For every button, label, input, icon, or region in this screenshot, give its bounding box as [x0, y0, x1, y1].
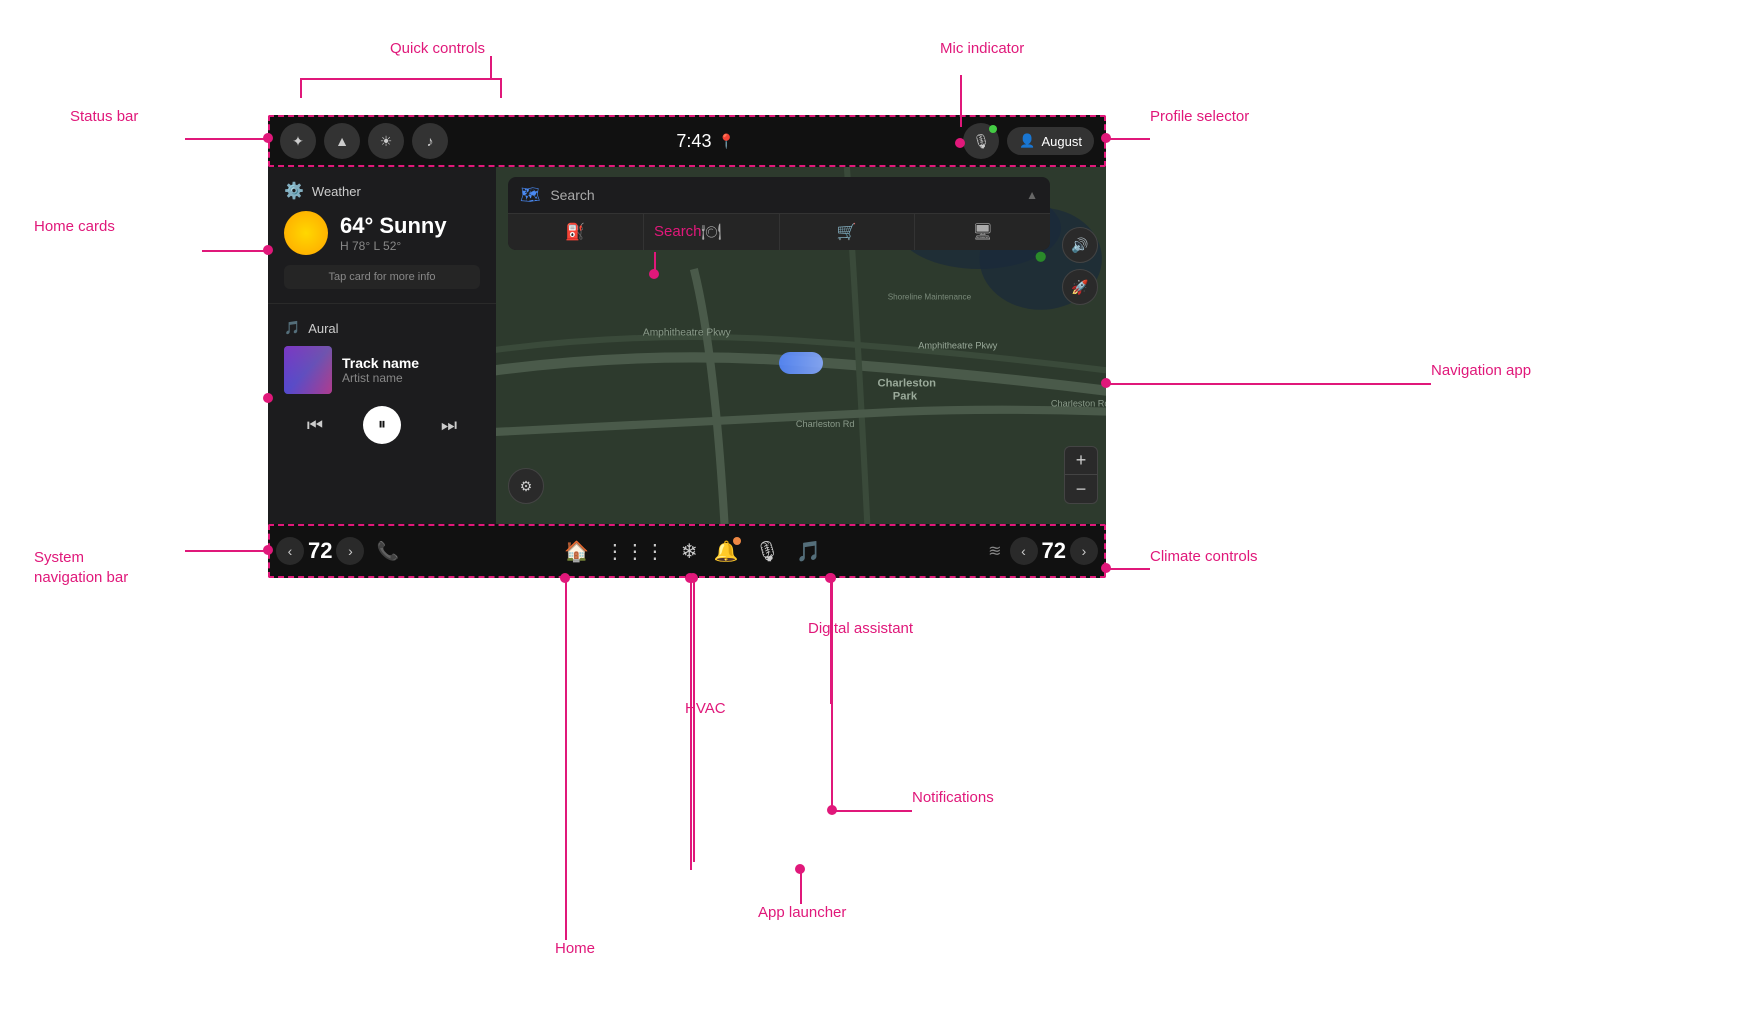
- display-category-button[interactable]: 🖥: [915, 214, 1050, 250]
- label-system-nav: Systemnavigation bar: [34, 548, 128, 587]
- search-bar[interactable]: 🗺 Search ▲: [508, 177, 1050, 213]
- track-row: Track name Artist name: [284, 346, 480, 394]
- ann-home-line2: [565, 578, 567, 870]
- audio-map-button[interactable]: 🔊: [1062, 227, 1098, 263]
- ann-cc-dot: [1101, 563, 1111, 573]
- weather-app-name: Weather: [312, 184, 361, 199]
- music-app-icon: 🎵: [284, 320, 300, 336]
- ann-nav-app-line: [1106, 383, 1431, 385]
- ann-da-line: [830, 641, 832, 704]
- music-controls: ⏮ ⏸ ⏭: [284, 406, 480, 444]
- chevron-up-icon: ▲: [1026, 188, 1038, 202]
- ann-home-cards-dot: [263, 245, 273, 255]
- label-quick-controls: Quick controls: [390, 40, 485, 57]
- ann-cc-line: [1106, 568, 1150, 570]
- label-search: Search: [654, 223, 702, 240]
- ann-app-launcher-line: [800, 870, 802, 904]
- label-home-cards: Home cards: [34, 218, 115, 235]
- search-categories: ⛽ 🍽 🛒 🖥: [508, 213, 1050, 250]
- label-climate-controls: Climate controls: [1150, 548, 1258, 565]
- music-header: 🎵 Aural: [284, 320, 480, 336]
- zoom-out-button[interactable]: −: [1065, 475, 1097, 503]
- ann-mic-dot: [955, 138, 965, 148]
- ann-app-launcher-dot2: [795, 864, 805, 874]
- artist-name: Artist name: [342, 371, 480, 385]
- label-hvac: HVAC: [685, 700, 726, 717]
- ann-profile-line: [1106, 138, 1150, 140]
- ann-nav-bar-line: [185, 550, 268, 552]
- ann-status-bar-line: [185, 138, 268, 140]
- navigation-button[interactable]: 🚀: [1062, 269, 1098, 305]
- search-overlay[interactable]: 🗺 Search ▲ ⛽ 🍽 🛒 🖥: [508, 177, 1050, 250]
- svg-text:Amphitheatre Pkwy: Amphitheatre Pkwy: [918, 341, 997, 351]
- ann-status-bar-box: [268, 115, 1106, 167]
- shopping-category-button[interactable]: 🛒: [780, 214, 916, 250]
- ann-home-line: [565, 870, 567, 940]
- weather-card[interactable]: ⚙️ Weather 64° Sunny H 78° L 52° Tap car…: [268, 167, 496, 304]
- weather-info: 64° Sunny H 78° L 52°: [340, 213, 447, 253]
- ann-quick-controls-line: [300, 78, 500, 80]
- svg-text:Park: Park: [893, 391, 918, 403]
- location-indicator: [779, 352, 823, 374]
- ann-home-cards-dot2: [263, 393, 273, 403]
- navigation-app-area[interactable]: Amphitheatre Pkwy Charleston Rd Charlest…: [496, 167, 1106, 524]
- home-cards-panel: ⚙️ Weather 64° Sunny H 78° L 52° Tap car…: [268, 167, 496, 524]
- weather-hi-lo: H 78° L 52°: [340, 239, 447, 253]
- ann-hvac-line: [693, 720, 695, 862]
- weather-temp: 64° Sunny: [340, 213, 447, 239]
- music-app-name: Aural: [308, 321, 338, 336]
- ann-app-launcher-line2: [690, 578, 692, 870]
- label-digital-assistant: Digital assistant: [808, 620, 913, 637]
- ann-quick-controls-line4: [490, 56, 492, 78]
- album-art: [284, 346, 332, 394]
- label-app-launcher: App launcher: [758, 904, 846, 921]
- zoom-controls: + −: [1064, 446, 1098, 504]
- map-controls: 🔊 🚀: [1062, 227, 1098, 305]
- ann-mic-line: [960, 75, 962, 127]
- label-mic-indicator: Mic indicator: [940, 40, 1024, 57]
- weather-app-icon: ⚙️: [284, 181, 304, 201]
- track-info: Track name Artist name: [342, 355, 480, 385]
- search-input[interactable]: Search: [550, 187, 1016, 203]
- zoom-in-button[interactable]: +: [1065, 447, 1097, 475]
- svg-text:Charleston Rd: Charleston Rd: [1051, 399, 1106, 409]
- label-status-bar: Status bar: [70, 108, 138, 125]
- svg-text:Charleston: Charleston: [878, 377, 937, 389]
- ann-profile-dot: [1101, 133, 1111, 143]
- maps-icon: 🗺: [520, 185, 540, 205]
- ann-nav-bar-box: [268, 524, 1106, 578]
- ann-search-dot: [649, 269, 659, 279]
- label-home: Home: [555, 940, 595, 957]
- weather-tap-info[interactable]: Tap card for more info: [284, 265, 480, 289]
- ann-da-line2: [830, 578, 832, 641]
- weather-header: ⚙️ Weather: [284, 181, 480, 201]
- fuel-category-button[interactable]: ⛽: [508, 214, 644, 250]
- ann-nav-app-dot: [1101, 378, 1111, 388]
- pause-button[interactable]: ⏸: [363, 406, 401, 444]
- prev-track-button[interactable]: ⏮: [301, 409, 329, 442]
- ann-home-cards-line: [202, 250, 268, 252]
- ann-notif-line: [831, 810, 912, 812]
- label-navigation-app: Navigation app: [1431, 362, 1531, 379]
- label-notifications: Notifications: [912, 789, 994, 806]
- label-profile-selector: Profile selector: [1150, 108, 1249, 125]
- android-auto-screen: ✦ ▲ ☀ ♪ 7:43 📍 🎙 👤 August: [268, 115, 1106, 578]
- map-settings-button[interactable]: ⚙: [508, 468, 544, 504]
- weather-main: 64° Sunny H 78° L 52°: [284, 211, 480, 255]
- svg-text:Charleston Rd: Charleston Rd: [796, 419, 855, 429]
- sun-icon: [284, 211, 328, 255]
- track-name: Track name: [342, 355, 480, 371]
- svg-text:Shoreline Maintenance: Shoreline Maintenance: [888, 293, 972, 302]
- music-card[interactable]: 🎵 Aural Track name Artist name ⏮ ⏸ ⏭: [268, 306, 496, 458]
- main-content: ⚙️ Weather 64° Sunny H 78° L 52° Tap car…: [268, 167, 1106, 524]
- ann-nav-bar-dot: [263, 545, 273, 555]
- next-track-button[interactable]: ⏭: [435, 409, 463, 442]
- ann-status-bar-dot: [263, 133, 273, 143]
- ann-quick-controls-line2: [300, 78, 302, 98]
- svg-text:Amphitheatre Pkwy: Amphitheatre Pkwy: [643, 327, 732, 338]
- ann-quick-controls-line3: [500, 78, 502, 98]
- ann-hvac-line2: [693, 578, 695, 720]
